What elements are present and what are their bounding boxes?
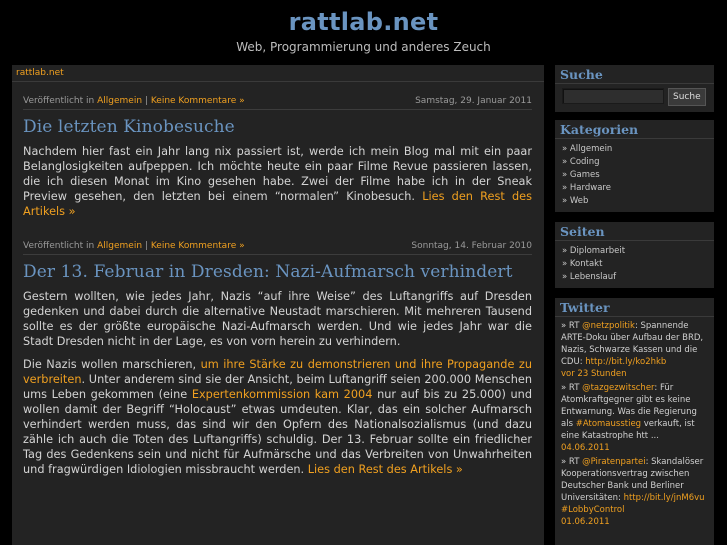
category-label: » Web: [562, 196, 589, 206]
post-body: Nachdem hier fast ein Jahr lang nix pass…: [23, 144, 532, 219]
page-label: » Kontakt: [562, 259, 603, 269]
retweet-label: » RT: [561, 457, 580, 467]
category-item[interactable]: » Allgemein: [562, 143, 714, 156]
tweet-user-link[interactable]: @netzpolitik: [582, 321, 635, 331]
tweet-user-link[interactable]: @Piratenpartei: [582, 457, 645, 467]
tweet: » RT @netzpolitik: Spannende ARTE-Doku ü…: [561, 320, 710, 368]
tweet-user-link[interactable]: @tazgezwitscher: [582, 383, 654, 393]
comments-link[interactable]: Keine Kommentare »: [151, 241, 245, 251]
search-button[interactable]: Suche: [668, 88, 706, 106]
tweet-link[interactable]: http://bit.ly/ko2hkb: [585, 357, 666, 367]
breadcrumb: rattlab.net: [12, 65, 544, 82]
hashtag-link[interactable]: #LobbyControl: [561, 505, 624, 515]
read-more-link[interactable]: Lies den Rest des Artikels »: [308, 463, 463, 476]
post-meta: Veröffentlicht in Allgemein | Keine Komm…: [23, 82, 532, 110]
tweet-link[interactable]: http://bit.ly/jnM6vu: [624, 493, 705, 503]
tweet-time[interactable]: 01.06.2011: [561, 516, 710, 528]
category-item[interactable]: » Hardware: [562, 182, 714, 195]
category-label: » Hardware: [562, 183, 611, 193]
category-item[interactable]: » Coding: [562, 156, 714, 169]
tweet-time-link[interactable]: vor 23 Stunden: [561, 369, 626, 379]
inline-link[interactable]: Expertenkommission kam 2004: [192, 388, 373, 401]
category-label: » Coding: [562, 157, 600, 167]
site-tagline: Web, Programmierung und anderes Zeuch: [236, 40, 491, 54]
widget-title: Seiten: [555, 222, 714, 241]
site-title[interactable]: rattlab.net: [0, 0, 727, 37]
page-label: » Lebenslauf: [562, 272, 617, 282]
published-label: Veröffentlicht in: [23, 96, 95, 106]
post-date: Samstag, 29. Januar 2011: [415, 96, 532, 106]
search-input[interactable]: [562, 88, 664, 104]
retweet-label: » RT: [561, 383, 580, 393]
widget-title: Kategorien: [555, 120, 714, 139]
post-paragraph: Gestern wollten, wie jedes Jahr, Nazis “…: [23, 290, 532, 348]
page-item[interactable]: » Kontakt: [562, 258, 714, 271]
post-text: Die Nazis wollen marschieren,: [23, 358, 197, 371]
page-item[interactable]: » Diplomarbeit: [562, 245, 714, 258]
tweet: » RT @tazgezwitscher: Für Atomkraftgegne…: [561, 382, 710, 442]
retweet-label: » RT: [561, 321, 580, 331]
published-label: Veröffentlicht in: [23, 241, 95, 251]
site-header: rattlab.net Web, Programmierung und ande…: [0, 0, 727, 62]
category-item[interactable]: » Web: [562, 195, 714, 208]
category-link[interactable]: Allgemein: [97, 96, 142, 106]
categories-widget: Kategorien » Allgemein » Coding » Games …: [555, 120, 714, 212]
post: Veröffentlicht in Allgemein | Keine Komm…: [12, 227, 544, 477]
hashtag-link[interactable]: #Atomausstieg: [576, 419, 641, 429]
post-title[interactable]: Die letzten Kinobesuche: [23, 116, 532, 138]
pages-widget: Seiten » Diplomarbeit » Kontakt » Lebens…: [555, 222, 714, 288]
post-title[interactable]: Der 13. Februar in Dresden: Nazi-Aufmars…: [23, 261, 532, 283]
category-label: » Games: [562, 170, 600, 180]
tweet-time-link[interactable]: 01.06.2011: [561, 517, 610, 527]
meta-separator: |: [144, 96, 148, 106]
category-link[interactable]: Allgemein: [97, 241, 142, 251]
post: Veröffentlicht in Allgemein | Keine Komm…: [12, 82, 544, 219]
tweet-time-link[interactable]: 04.06.2011: [561, 443, 610, 453]
tweet-time[interactable]: vor 23 Stunden: [561, 368, 710, 380]
category-item[interactable]: » Games: [562, 169, 714, 182]
widget-title: Twitter: [555, 298, 714, 317]
post-date: Sonntag, 14. Februar 2010: [411, 241, 532, 251]
category-label: » Allgemein: [562, 144, 613, 154]
comments-link[interactable]: Keine Kommentare »: [151, 96, 245, 106]
twitter-widget: Twitter » RT @netzpolitik: Spannende ART…: [555, 298, 714, 545]
search-widget: Suche Suche: [555, 65, 714, 112]
tweet-time[interactable]: 04.06.2011: [561, 442, 710, 454]
tweet: » RT @Piratenpartei: Skandalöser Koopera…: [561, 456, 710, 516]
content-area: rattlab.net Veröffentlicht in Allgemein …: [12, 65, 544, 545]
page-item[interactable]: » Lebenslauf: [562, 271, 714, 284]
post-paragraph: Die Nazis wollen marschieren, um ihre St…: [23, 357, 532, 477]
page-label: » Diplomarbeit: [562, 246, 626, 256]
breadcrumb-home-link[interactable]: rattlab.net: [16, 68, 64, 78]
meta-separator: |: [144, 241, 148, 251]
post-meta: Veröffentlicht in Allgemein | Keine Komm…: [23, 227, 532, 255]
widget-title: Suche: [555, 65, 714, 84]
